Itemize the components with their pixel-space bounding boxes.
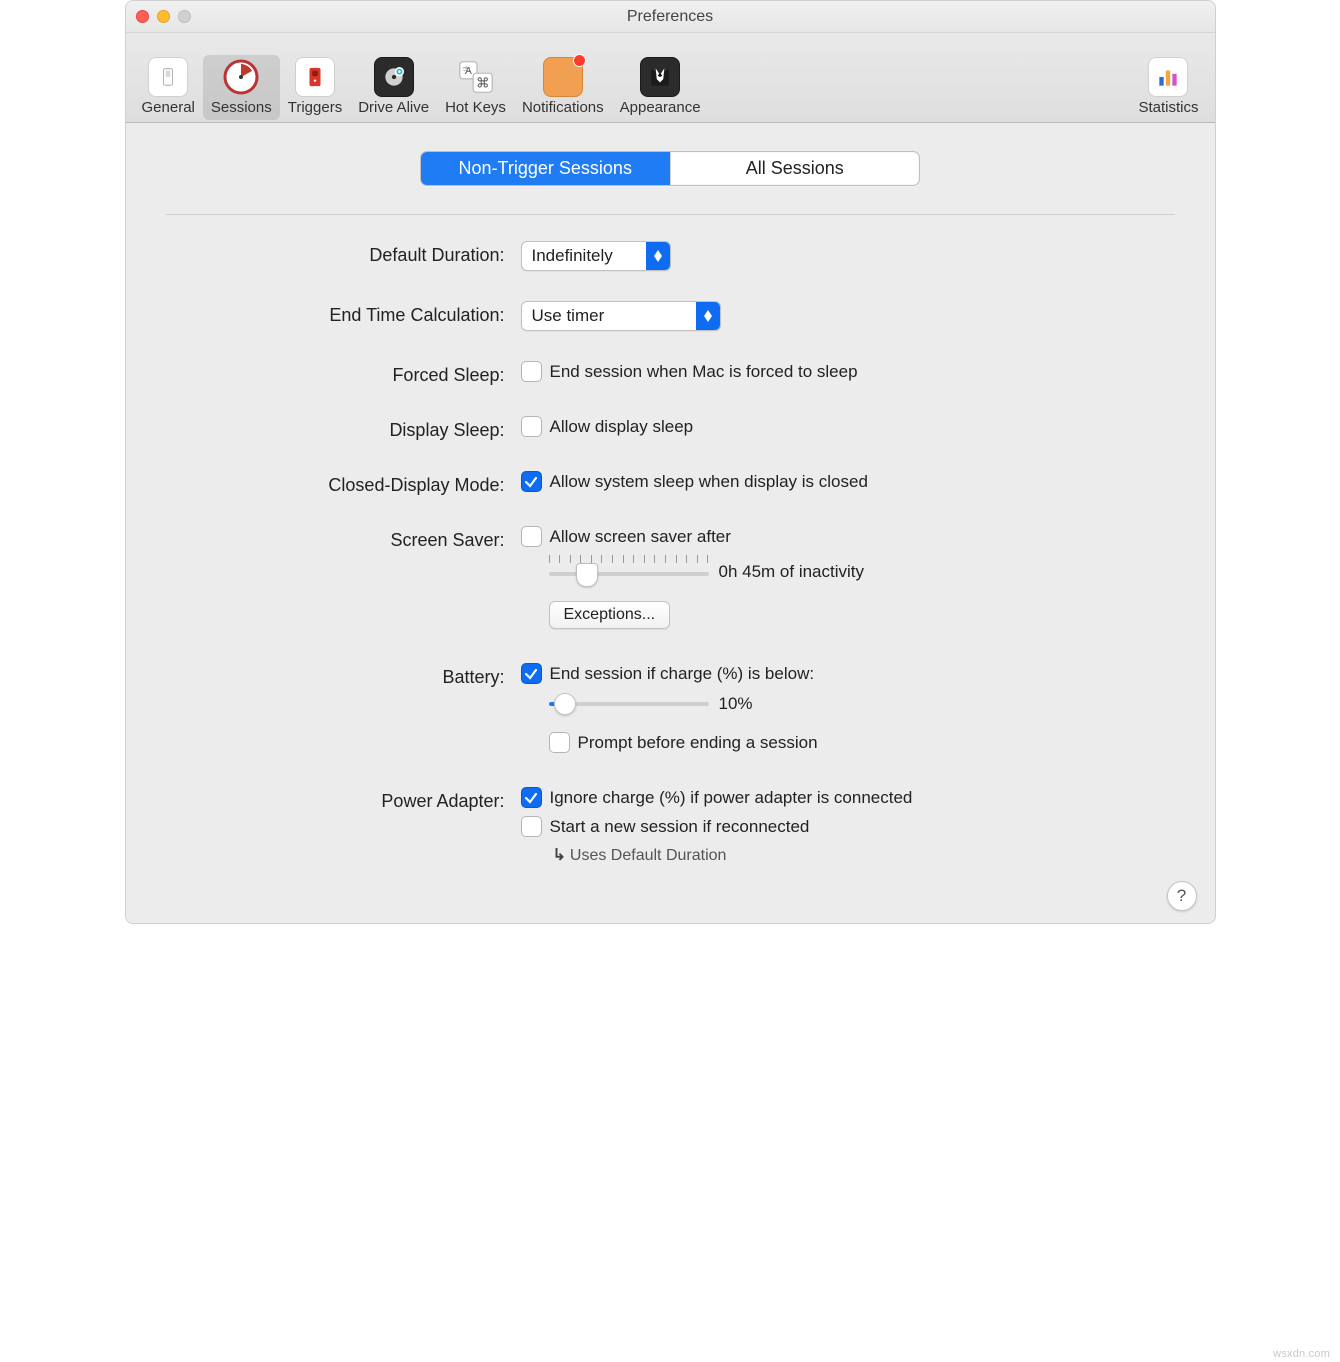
checkbox-text: Allow screen saver after (550, 527, 731, 547)
toolbar-label: Statistics (1138, 99, 1198, 116)
toolbar-label: Drive Alive (358, 99, 429, 116)
toolbar-label: Triggers (288, 99, 342, 116)
toolbar-label: Notifications (522, 99, 604, 116)
chevron-up-down-icon (646, 242, 670, 270)
watermark-text: wsxdn.com (1273, 1348, 1330, 1360)
toolbar-label: Appearance (620, 99, 701, 116)
screen-saver-exceptions-button[interactable]: Exceptions... (549, 601, 671, 629)
help-button[interactable]: ? (1167, 881, 1197, 911)
checkbox-text: End session when Mac is forced to sleep (550, 362, 858, 382)
checkbox-text: Allow display sleep (550, 417, 694, 437)
clock-icon (221, 57, 261, 97)
arrow-return-icon: ↳ (553, 847, 566, 864)
end-time-calc-label: End Time Calculation: (166, 301, 521, 326)
checkbox-text: Prompt before ending a session (578, 733, 818, 753)
toolbar-item-general[interactable]: General (134, 55, 203, 120)
popup-value: Indefinitely (532, 246, 646, 266)
end-time-calc-popup[interactable]: Use timer (521, 301, 721, 331)
tuxedo-icon (640, 57, 680, 97)
toolbar-item-triggers[interactable]: Triggers (280, 55, 350, 120)
titlebar: Preferences (126, 1, 1215, 33)
default-duration-popup[interactable]: Indefinitely (521, 241, 671, 271)
toolbar-item-statistics[interactable]: Statistics (1130, 55, 1206, 120)
checkbox-text: Ignore charge (%) if power adapter is co… (550, 788, 913, 808)
screen-saver-time-value: 0h 45m of inactivity (719, 562, 865, 582)
screen-saver-label: Screen Saver: (166, 526, 521, 551)
battery-threshold-slider[interactable] (549, 692, 709, 716)
chevron-up-down-icon (696, 302, 720, 330)
default-duration-label: Default Duration: (166, 241, 521, 266)
display-sleep-label: Display Sleep: (166, 416, 521, 441)
battery-label: Battery: (166, 663, 521, 688)
battery-end-checkbox[interactable]: End session if charge (%) is below: (521, 663, 815, 684)
screen-saver-allow-checkbox[interactable]: Allow screen saver after (521, 526, 731, 547)
badge-icon (573, 54, 586, 67)
power-adapter-ignore-checkbox[interactable]: Ignore charge (%) if power adapter is co… (521, 787, 913, 808)
notification-icon (543, 57, 583, 97)
power-adapter-restart-checkbox[interactable]: Start a new session if reconnected (521, 816, 810, 837)
display-sleep-checkbox[interactable]: Allow display sleep (521, 416, 694, 437)
popup-value: Use timer (532, 306, 696, 326)
divider (166, 214, 1175, 215)
toolbar-item-hot-keys[interactable]: A字⌘ Hot Keys (437, 55, 514, 120)
forced-sleep-checkbox[interactable]: End session when Mac is forced to sleep (521, 361, 858, 382)
minimize-icon[interactable] (157, 10, 170, 23)
closed-display-checkbox[interactable]: Allow system sleep when display is close… (521, 471, 868, 492)
toolbar-item-notifications[interactable]: Notifications (514, 55, 612, 120)
toolbar-item-drive-alive[interactable]: Drive Alive (350, 55, 437, 120)
tab-all-sessions[interactable]: All Sessions (670, 152, 920, 185)
button-label: Exceptions... (564, 606, 656, 624)
forced-sleep-label: Forced Sleep: (166, 361, 521, 386)
content-pane: Non-Trigger Sessions All Sessions Defaul… (126, 123, 1215, 923)
preferences-window: Preferences General Sessions Triggers D (125, 0, 1216, 924)
svg-text:⌘: ⌘ (476, 75, 489, 90)
closed-display-label: Closed-Display Mode: (166, 471, 521, 496)
toolbar-label: Hot Keys (445, 99, 506, 116)
toolbar-label: Sessions (211, 99, 272, 116)
svg-text:字: 字 (462, 64, 470, 74)
battery-prompt-checkbox[interactable]: Prompt before ending a session (549, 732, 818, 753)
toolbar-item-appearance[interactable]: Appearance (612, 55, 709, 120)
zoom-icon[interactable] (178, 10, 191, 23)
screen-saver-delay-slider[interactable] (549, 555, 709, 589)
help-icon: ? (1177, 886, 1186, 906)
power-adapter-label: Power Adapter: (166, 787, 521, 812)
switch-red-icon (295, 57, 335, 97)
power-adapter-subnote: ↳Uses Default Duration (549, 845, 727, 865)
battery-threshold-value: 10% (719, 694, 753, 714)
checkbox-text: Allow system sleep when display is close… (550, 472, 868, 492)
checkbox-text: End session if charge (%) is below: (550, 664, 815, 684)
session-scope-segmented: Non-Trigger Sessions All Sessions (420, 151, 920, 186)
drive-icon (374, 57, 414, 97)
bar-chart-icon (1148, 57, 1188, 97)
window-controls (136, 10, 191, 23)
close-icon[interactable] (136, 10, 149, 23)
checkbox-text: Start a new session if reconnected (550, 817, 810, 837)
slider-knob[interactable] (576, 563, 598, 587)
toolbar-item-sessions[interactable]: Sessions (203, 55, 280, 120)
keys-icon: A字⌘ (456, 57, 496, 97)
switch-icon (148, 57, 188, 97)
toolbar-label: General (142, 99, 195, 116)
tab-non-trigger-sessions[interactable]: Non-Trigger Sessions (421, 152, 670, 185)
window-title: Preferences (627, 8, 713, 26)
toolbar: General Sessions Triggers Drive Alive A字… (126, 33, 1215, 123)
slider-knob[interactable] (554, 693, 576, 715)
